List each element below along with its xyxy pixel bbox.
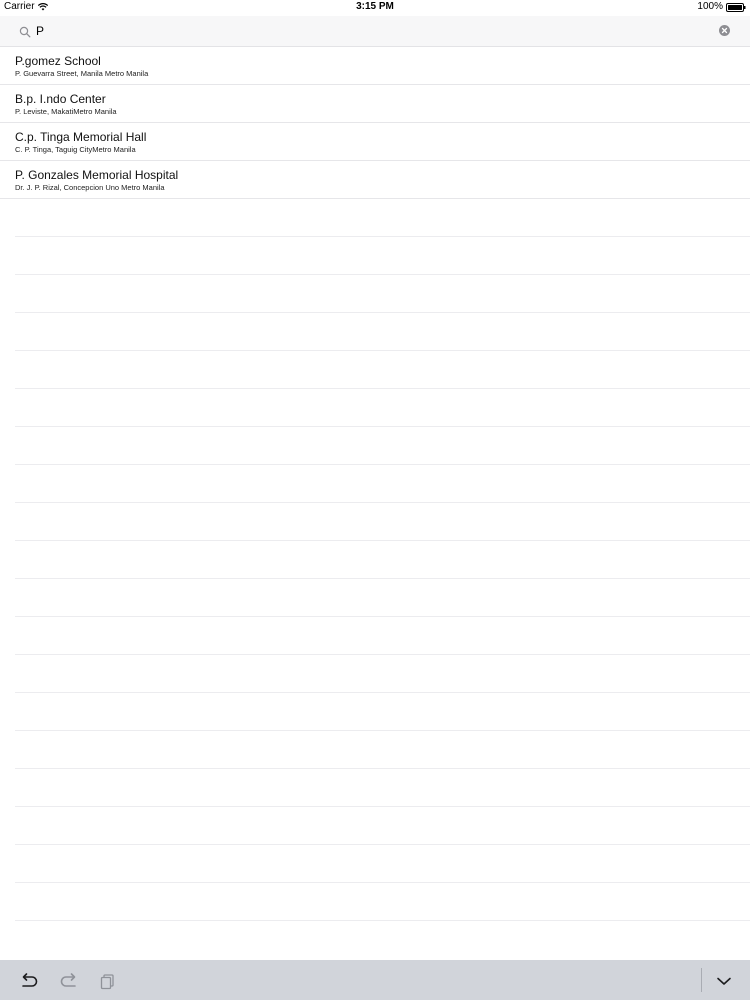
clear-icon[interactable] — [719, 25, 730, 36]
empty-row — [15, 351, 750, 389]
app: Carrier 3:15 PM 100% P P.gomez School P.… — [0, 0, 750, 1000]
results-list: P.gomez School P. Guevarra Street, Manil… — [0, 47, 750, 199]
result-subtitle: C. P. Tinga, Taguig CityMetro Manila — [15, 145, 136, 154]
search-bar — [0, 16, 750, 47]
result-subtitle: P. Guevarra Street, Manila Metro Manila — [15, 69, 149, 78]
empty-row — [15, 503, 750, 541]
undo-icon[interactable] — [18, 970, 40, 992]
redo-icon[interactable] — [58, 970, 80, 992]
empty-row — [15, 769, 750, 807]
list-item[interactable]: C.p. Tinga Memorial Hall C. P. Tinga, Ta… — [0, 123, 750, 161]
accessory-divider — [701, 968, 702, 992]
result-subtitle: P. Leviste, MakatiMetro Manila — [15, 107, 117, 116]
empty-row — [15, 579, 750, 617]
empty-row — [15, 845, 750, 883]
empty-row — [15, 313, 750, 351]
empty-row — [15, 427, 750, 465]
result-title: P.gomez School — [15, 54, 101, 68]
search-input[interactable] — [36, 21, 696, 41]
empty-row — [15, 731, 750, 769]
paste-icon[interactable] — [97, 970, 119, 992]
empty-row — [15, 465, 750, 503]
empty-row — [15, 883, 750, 921]
empty-rows — [0, 199, 750, 921]
battery-percent: 100% — [697, 1, 723, 12]
empty-row — [15, 541, 750, 579]
list-item[interactable]: B.p. I.ndo Center P. Leviste, MakatiMetr… — [0, 85, 750, 123]
chevron-down-icon[interactable] — [713, 970, 735, 992]
result-subtitle: Dr. J. P. Rizal, Concepcion Uno Metro Ma… — [15, 183, 165, 192]
empty-row — [15, 275, 750, 313]
empty-row — [15, 807, 750, 845]
result-title: B.p. I.ndo Center — [15, 92, 106, 106]
list-item[interactable]: P.gomez School P. Guevarra Street, Manil… — [0, 47, 750, 85]
status-right: 100% — [697, 0, 746, 14]
result-title: C.p. Tinga Memorial Hall — [15, 130, 147, 144]
battery-icon — [726, 2, 746, 12]
status-bar: Carrier 3:15 PM 100% — [0, 0, 750, 14]
empty-row — [15, 655, 750, 693]
empty-row — [15, 693, 750, 731]
empty-row — [15, 617, 750, 655]
empty-row — [15, 199, 750, 237]
status-time: 3:15 PM — [356, 1, 394, 12]
result-title: P. Gonzales Memorial Hospital — [15, 168, 179, 182]
empty-row — [15, 237, 750, 275]
search-icon — [19, 25, 31, 38]
list-item[interactable]: P. Gonzales Memorial Hospital Dr. J. P. … — [0, 161, 750, 199]
empty-row — [15, 389, 750, 427]
keyboard-accessory-bar — [0, 960, 750, 1000]
